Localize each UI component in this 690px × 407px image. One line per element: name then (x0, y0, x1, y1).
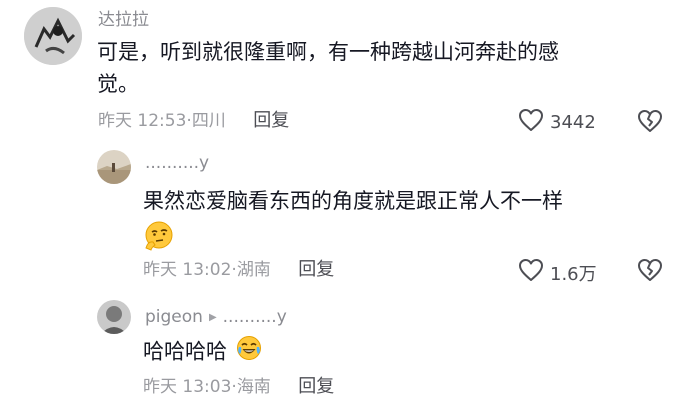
comment-meta: 昨天 13:03·海南 回复 (143, 376, 334, 398)
reply-to-username[interactable]: ..........y (223, 307, 287, 327)
location: 湖南 (236, 260, 271, 280)
username[interactable]: 达拉拉 (98, 10, 149, 30)
comment-text-line: 觉。 (97, 72, 139, 96)
reply-header: pigeon ▶ ..........y (145, 307, 287, 328)
reply-button[interactable]: 回复 (253, 110, 289, 131)
like-count: 1.6万 (550, 263, 597, 285)
play-triangle-icon: ▶ (208, 312, 217, 323)
avatar-image (24, 7, 82, 65)
broken-heart-icon (637, 110, 663, 137)
comment-text: 哈哈哈哈 (143, 335, 663, 370)
heart-outline-icon (518, 108, 544, 137)
comment-text-line: 可是，听到就很隆重啊，有一种跨越山河奔赴的感 (97, 40, 559, 64)
comment-text: 果然恋爱脑看东西的角度就是跟正常人不一样 (143, 185, 663, 260)
location: 海南 (236, 377, 271, 397)
timestamp: 昨天 13:03 (143, 377, 232, 397)
broken-heart-icon (637, 259, 663, 286)
avatar-image (97, 300, 131, 334)
like-button[interactable]: 1.6万 (518, 258, 597, 287)
dislike-button[interactable] (637, 258, 663, 286)
avatar[interactable] (97, 150, 131, 184)
comment-meta: 昨天 12:53·四川 回复 (98, 110, 289, 132)
timestamp: 昨天 12:53 (98, 111, 187, 131)
comment-meta: 昨天 13:02·湖南 回复 (143, 259, 334, 281)
avatar[interactable] (97, 300, 131, 334)
location: 四川 (191, 111, 226, 131)
like-count: 3442 (550, 112, 596, 133)
avatar[interactable] (24, 7, 82, 65)
comment-text: 可是，听到就很隆重啊，有一种跨越山河奔赴的感 觉。 (97, 36, 667, 100)
crying-laughing-emoji (236, 335, 262, 370)
comment-text-line: 果然恋爱脑看东西的角度就是跟正常人不一样 (143, 189, 563, 213)
thinking-emoji (143, 221, 175, 260)
comment-text-line: 哈哈哈哈 (143, 339, 227, 364)
reply-button[interactable]: 回复 (298, 259, 334, 280)
like-button[interactable]: 3442 (518, 108, 596, 137)
heart-outline-icon (518, 258, 544, 287)
dislike-button[interactable] (637, 109, 663, 137)
timestamp: 昨天 13:02 (143, 260, 232, 280)
username[interactable]: ..........y (145, 153, 209, 173)
avatar-image (97, 150, 131, 184)
reply-button[interactable]: 回复 (298, 376, 334, 397)
username[interactable]: pigeon (145, 307, 203, 327)
